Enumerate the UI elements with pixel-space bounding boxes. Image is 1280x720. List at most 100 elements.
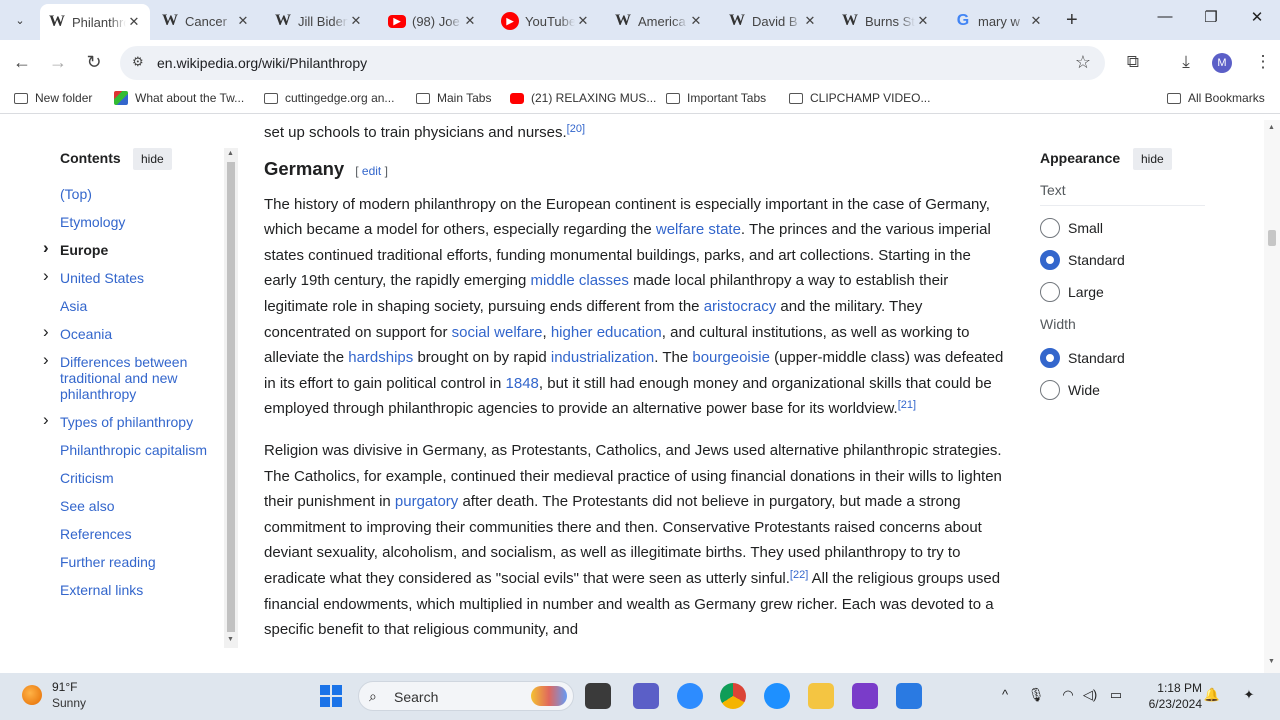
teams-icon[interactable]	[633, 683, 659, 709]
reload-icon[interactable]: ↻	[83, 52, 105, 73]
volume-icon[interactable]: ◁)	[1081, 687, 1099, 703]
profile-avatar[interactable]: M	[1212, 53, 1232, 73]
site-info-icon[interactable]: ⚙	[132, 54, 144, 70]
forward-icon[interactable]: →	[47, 52, 69, 73]
toc-item[interactable]: (Top)	[60, 186, 215, 202]
radio-unchecked-icon[interactable]	[1040, 218, 1060, 238]
radio-option[interactable]: Small	[1040, 212, 1205, 244]
page-scroll-thumb[interactable]	[1268, 230, 1276, 246]
radio-unchecked-icon[interactable]	[1040, 282, 1060, 302]
toc-item[interactable]: Etymology	[60, 214, 215, 230]
download-icon[interactable]: ⤓	[1175, 52, 1197, 72]
appearance-hide-button[interactable]: hide	[1133, 148, 1172, 170]
toc-item[interactable]: Asia	[60, 298, 215, 314]
tab-5[interactable]: ▶ YouTube ✕	[493, 6, 599, 36]
chevron-right-icon[interactable]: ›	[43, 267, 49, 284]
tab-2[interactable]: W Cancer ✕	[153, 6, 259, 36]
citation-link[interactable]: [22]	[790, 569, 808, 581]
article-link[interactable]: purgatory	[395, 493, 458, 510]
article-link[interactable]: 1848	[506, 375, 539, 392]
menu-icon[interactable]: ⋮	[1252, 52, 1274, 72]
article-link[interactable]: bourgeoisie	[692, 349, 770, 366]
extensions-icon[interactable]: ⧉	[1122, 52, 1144, 72]
back-icon[interactable]: ←	[11, 52, 33, 73]
tab-9[interactable]: Gmary w ✕	[946, 6, 1052, 36]
clipchamp-icon[interactable]	[852, 683, 878, 709]
weather-temperature[interactable]: 91°F	[52, 680, 77, 694]
article-link[interactable]: welfare state	[656, 221, 741, 238]
radio-checked-icon[interactable]	[1040, 250, 1060, 270]
toc-item[interactable]: Criticism	[60, 470, 215, 486]
toc-item[interactable]: References	[60, 526, 215, 542]
start-button[interactable]	[320, 685, 342, 707]
chevron-right-icon[interactable]: ›	[43, 351, 49, 368]
minimize-icon[interactable]: —	[1153, 8, 1177, 25]
article-link[interactable]: industrialization	[551, 349, 654, 366]
taskbar-search[interactable]: ⌕ Search	[358, 681, 574, 711]
toc-scrollbar[interactable]: ▲ ▼	[224, 148, 238, 648]
bookmark-clipchamp[interactable]: CLIPCHAMP VIDEO...	[789, 91, 930, 105]
chrome-icon[interactable]	[720, 683, 746, 709]
task-view-icon[interactable]	[585, 683, 611, 709]
zoom-icon[interactable]	[677, 683, 703, 709]
toc-item[interactable]: › Types of philanthropy	[43, 411, 215, 430]
clock-date[interactable]: 6/23/2024	[1138, 697, 1202, 711]
chevron-right-icon[interactable]: ›	[43, 239, 49, 256]
weather-sun-icon[interactable]	[22, 685, 42, 705]
toc-item[interactable]: External links	[60, 582, 215, 598]
toc-item[interactable]: › Differences between traditional and new…	[43, 351, 215, 402]
article-link[interactable]: higher education	[551, 324, 662, 341]
page-scrollbar[interactable]: ▲ ▼	[1264, 120, 1280, 673]
close-tab-icon[interactable]: ✕	[1028, 13, 1044, 29]
new-tab-button[interactable]: +	[1066, 9, 1078, 32]
tab-1[interactable]: W Philanthropy✕	[40, 4, 150, 40]
scroll-up-icon[interactable]: ▲	[227, 150, 234, 157]
battery-icon[interactable]: ▭	[1107, 687, 1125, 703]
scroll-down-icon[interactable]: ▼	[1268, 658, 1275, 665]
article-link[interactable]: hardships	[348, 349, 413, 366]
close-tab-icon[interactable]: ✕	[575, 13, 591, 29]
bookmark-important-tabs[interactable]: Important Tabs	[666, 91, 766, 105]
photos-icon[interactable]	[896, 683, 922, 709]
article-link[interactable]: social welfare	[452, 324, 543, 341]
edit-link[interactable]: edit	[362, 164, 381, 178]
chevron-right-icon[interactable]: ›	[43, 323, 49, 340]
scroll-up-icon[interactable]: ▲	[1268, 124, 1275, 131]
tab-8[interactable]: W Burns St ✕	[833, 6, 939, 36]
toc-hide-button[interactable]: hide	[133, 148, 172, 170]
weather-description[interactable]: Sunny	[52, 696, 86, 710]
tab-4[interactable]: ▶ (98) Joe ✕	[380, 6, 486, 36]
close-tab-icon[interactable]: ✕	[462, 13, 478, 29]
radio-option[interactable]: Standard	[1040, 244, 1205, 276]
radio-option[interactable]: Large	[1040, 276, 1205, 308]
wifi-icon[interactable]: ◠	[1059, 687, 1077, 703]
chevron-right-icon[interactable]: ›	[43, 411, 49, 428]
article-link[interactable]: middle classes	[531, 272, 629, 289]
microphone-icon[interactable]: 🎙	[1027, 687, 1045, 703]
bookmark-what-about[interactable]: What about the Tw...	[114, 91, 244, 105]
tab-3[interactable]: W Jill Biden ✕	[266, 6, 372, 36]
radio-checked-icon[interactable]	[1040, 348, 1060, 368]
toc-item[interactable]: Further reading	[60, 554, 215, 570]
bookmark-star-icon[interactable]: ☆	[1075, 52, 1091, 73]
file-explorer-icon[interactable]	[808, 683, 834, 709]
close-tab-icon[interactable]: ✕	[348, 13, 364, 29]
close-window-icon[interactable]: ✕	[1245, 8, 1269, 26]
copilot-icon[interactable]: ✦	[1240, 687, 1258, 703]
address-bar[interactable]: ⚙ en.wikipedia.org/wiki/Philanthropy ☆	[120, 46, 1105, 80]
scroll-down-icon[interactable]: ▼	[227, 636, 234, 643]
toc-item[interactable]: › United States	[43, 267, 215, 286]
notifications-bell-icon[interactable]: 🔔	[1203, 687, 1221, 703]
close-tab-icon[interactable]: ✕	[915, 13, 931, 29]
toc-item[interactable]: › Europe	[43, 239, 215, 258]
show-hidden-icons-icon[interactable]: ^	[996, 687, 1014, 702]
toc-scroll-thumb[interactable]	[227, 162, 235, 632]
bookmark-new-folder[interactable]: New folder	[14, 91, 92, 105]
article-link[interactable]: aristocracy	[704, 298, 777, 315]
toc-item[interactable]: › Oceania	[43, 323, 215, 342]
all-bookmarks[interactable]: All Bookmarks	[1167, 91, 1265, 105]
bookmark-relaxing-music[interactable]: (21) RELAXING MUS...	[510, 91, 656, 105]
radio-unchecked-icon[interactable]	[1040, 380, 1060, 400]
radio-option[interactable]: Standard	[1040, 342, 1205, 374]
restore-icon[interactable]: ❐	[1199, 8, 1223, 26]
